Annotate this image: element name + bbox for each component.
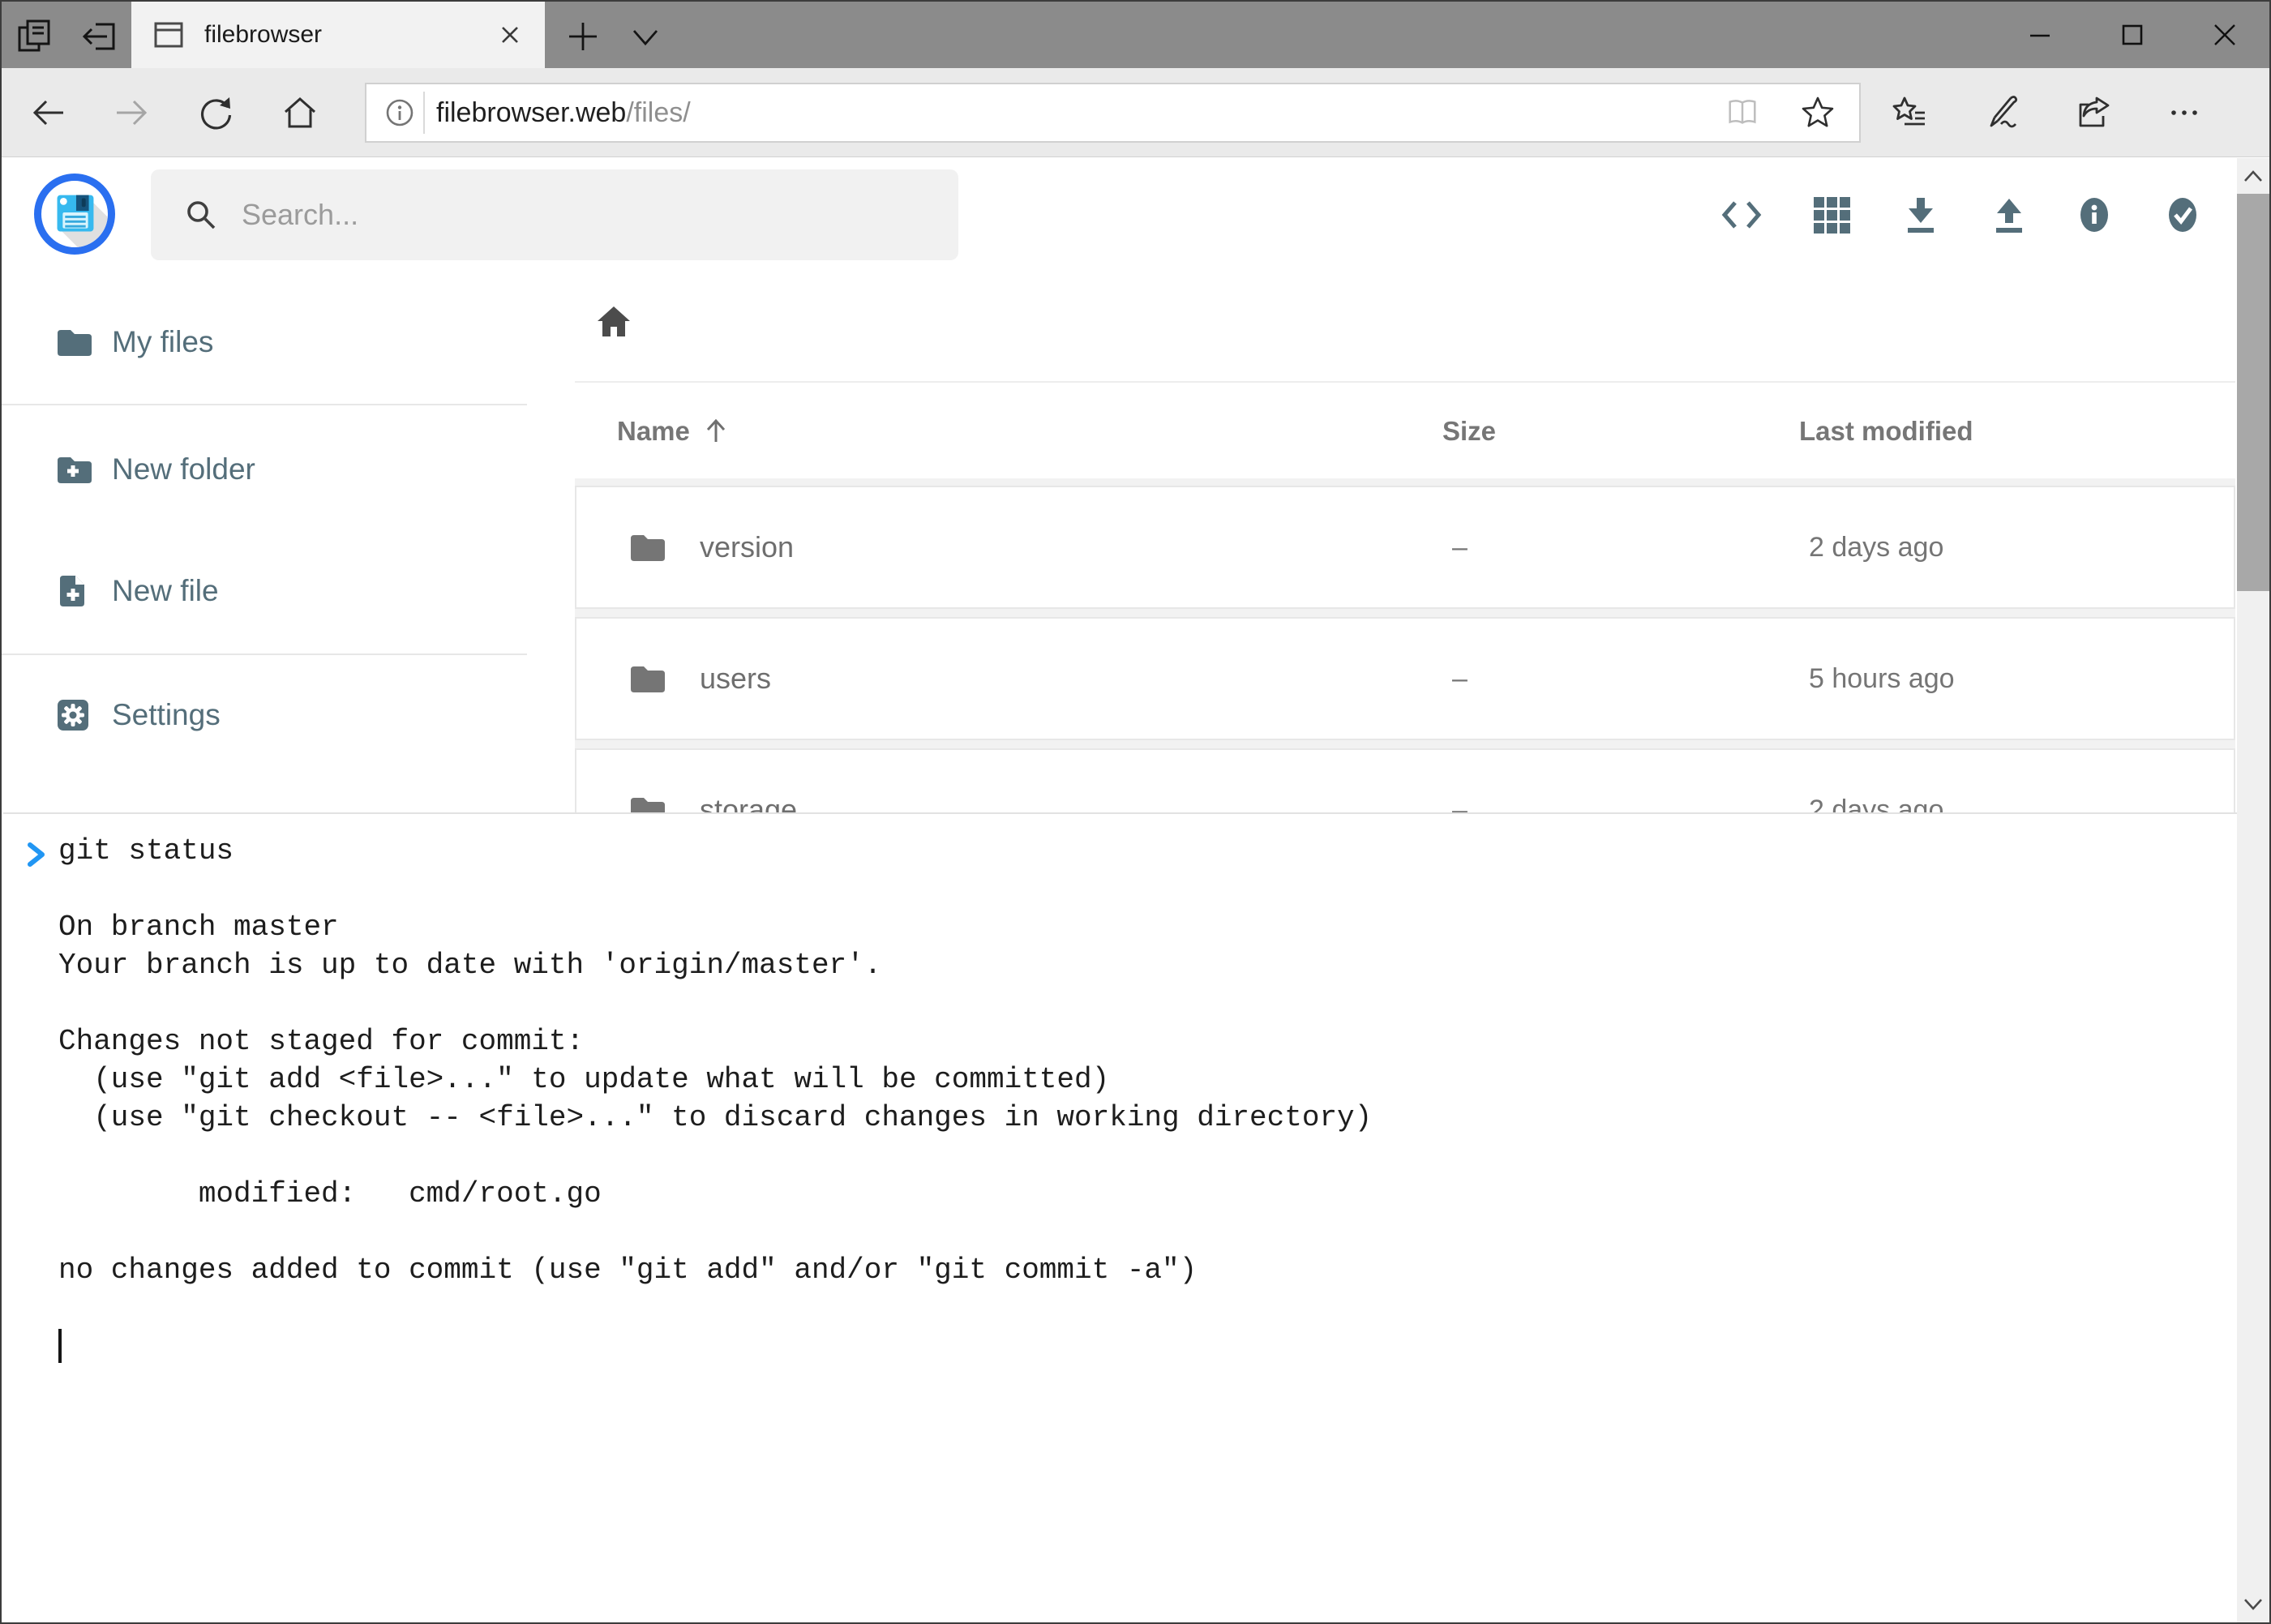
file-name: users (700, 662, 771, 696)
url-text[interactable]: filebrowser.web/files/ (436, 97, 1725, 129)
filebrowser-logo (34, 174, 115, 255)
terminal-line: (use "git checkout -- <file>..." to disc… (58, 1099, 2237, 1137)
terminal-command: git status (58, 832, 2237, 870)
tabs-set-aside-list-icon[interactable] (13, 15, 55, 57)
close-window-button[interactable] (2179, 2, 2270, 68)
file-row-users[interactable]: users – 5 hours ago (575, 617, 2235, 740)
file-row-version[interactable]: version – 2 days ago (575, 486, 2235, 609)
tab-title: filebrowser (204, 21, 496, 49)
terminal-line (58, 1213, 2237, 1251)
terminal-line (58, 870, 2237, 908)
titlebar: filebrowser (2, 2, 2269, 68)
file-plus-icon (54, 572, 92, 611)
column-name[interactable]: Name (617, 416, 690, 447)
address-separator (423, 92, 425, 134)
download-icon[interactable] (1898, 192, 1943, 238)
site-info-icon[interactable] (384, 97, 415, 128)
terminal-line: Changes not staged for commit: (58, 1022, 2237, 1061)
tab-close-icon[interactable] (496, 21, 524, 49)
upload-icon[interactable] (1986, 192, 2032, 238)
sidebar-item-new-file[interactable]: New file (2, 542, 529, 640)
column-size[interactable]: Size (1442, 416, 1799, 447)
search-icon (183, 197, 219, 233)
terminal-line: Your branch is up to date with 'origin/m… (58, 946, 2237, 984)
settings-more-icon[interactable] (2165, 93, 2204, 132)
refresh-icon[interactable] (196, 93, 235, 132)
sidebar-divider (2, 404, 527, 405)
url-host: filebrowser.web (436, 97, 626, 128)
page-favicon-icon (152, 19, 185, 51)
folder-icon (627, 528, 666, 567)
search-input[interactable] (242, 198, 890, 232)
file-name: version (700, 530, 794, 564)
web-notes-pen-icon[interactable] (1983, 93, 2022, 132)
info-icon[interactable] (2072, 192, 2117, 238)
sort-ascending-icon[interactable] (701, 417, 731, 446)
sidebar-label: Settings (112, 698, 221, 732)
page-scrollbar[interactable] (2237, 158, 2269, 1624)
share-icon[interactable] (2074, 93, 2113, 132)
terminal-line: (use "git add <file>..." to update what … (58, 1061, 2237, 1099)
sidebar-item-settings[interactable]: Settings (2, 666, 529, 764)
folder-icon (627, 659, 666, 698)
maximize-button[interactable] (2087, 2, 2178, 68)
sidebar-item-my-files[interactable]: My files (2, 294, 529, 391)
breadcrumb-divider (575, 381, 2235, 383)
breadcrumb-home-icon[interactable] (593, 302, 634, 342)
terminal-line (58, 1289, 2237, 1327)
sidebar-label: New file (112, 574, 219, 608)
code-view-icon[interactable] (1719, 192, 1764, 238)
file-modified: 5 hours ago (1809, 663, 2234, 695)
favorites-hub-icon[interactable] (1891, 93, 1930, 132)
sidebar-item-new-folder[interactable]: New folder (2, 421, 529, 518)
folder-icon (54, 323, 92, 362)
home-icon[interactable] (281, 93, 319, 132)
scrollbar-thumb[interactable] (2237, 194, 2269, 591)
browser-navbar: filebrowser.web/files/ (2, 68, 2269, 157)
back-icon[interactable] (29, 93, 68, 132)
scroll-up-icon[interactable] (2241, 165, 2265, 189)
terminal-line: no changes added to commit (use "git add… (58, 1251, 2237, 1289)
file-size: – (1452, 532, 1809, 563)
url-path: /files/ (626, 97, 690, 128)
column-modified[interactable]: Last modified (1799, 416, 2235, 447)
set-tabs-aside-icon[interactable] (79, 15, 122, 57)
terminal-line (58, 1137, 2237, 1175)
grid-view-icon[interactable] (1809, 192, 1854, 238)
terminal-line: On branch master (58, 908, 2237, 946)
add-favorite-star-icon[interactable] (1799, 94, 1836, 131)
folder-plus-icon (54, 450, 92, 489)
listing-header: Name Size Last modified (575, 407, 2235, 456)
sidebar-label: New folder (112, 452, 255, 486)
text-cursor (58, 1329, 62, 1363)
terminal-line: modified: cmd/root.go (58, 1175, 2237, 1213)
browser-window: filebrowser (0, 0, 2271, 1624)
terminal-panel[interactable]: git status On branch master Your branch … (3, 812, 2237, 1624)
scroll-down-icon[interactable] (2241, 1592, 2265, 1616)
file-size: – (1452, 663, 1809, 695)
search-bar[interactable] (151, 169, 958, 260)
minimize-button[interactable] (1995, 2, 2085, 68)
file-modified: 2 days ago (1809, 532, 2234, 563)
browser-tab[interactable]: filebrowser (131, 2, 545, 68)
reading-view-icon[interactable] (1725, 95, 1760, 131)
prompt-chevron-icon (23, 838, 50, 871)
new-tab-icon[interactable] (564, 18, 602, 55)
terminal-line (58, 984, 2237, 1022)
select-check-icon[interactable] (2160, 192, 2205, 238)
tab-preview-chevron-icon[interactable] (628, 26, 663, 50)
address-bar[interactable]: filebrowser.web/files/ (365, 83, 1861, 143)
forward-icon[interactable] (112, 93, 151, 132)
sidebar-divider (2, 653, 527, 655)
gear-icon (54, 696, 92, 735)
terminal-cursor-line (58, 1327, 2237, 1365)
sidebar-label: My files (112, 325, 213, 359)
